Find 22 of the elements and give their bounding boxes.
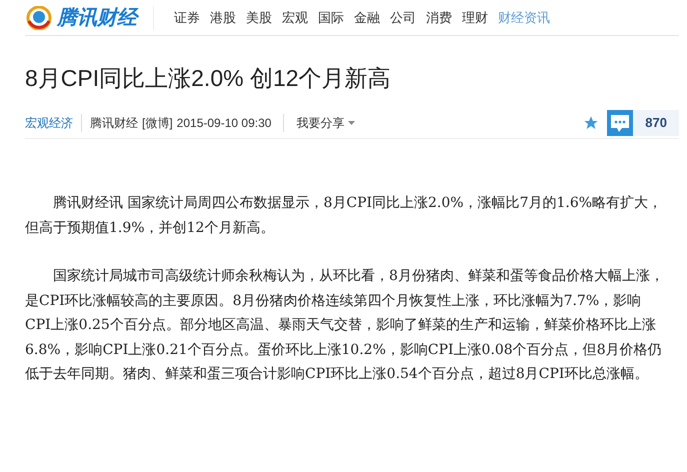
nav-link[interactable]: 证券 — [174, 8, 200, 28]
star-icon[interactable] — [583, 114, 600, 130]
category-link[interactable]: 宏观经济 — [25, 114, 82, 132]
article-paragraph: 腾讯财经讯 国家统计局周四公布数据显示，8月CPI同比上涨2.0%，涨幅比7月的1.6%略有扩大，但高于预期值1.9%，并创12个月新高。 — [25, 194, 664, 238]
comment-icon[interactable] — [607, 110, 634, 136]
nav-link[interactable]: 国际 — [318, 8, 344, 28]
nav-link[interactable]: 理财 — [462, 8, 488, 28]
logo-icon — [25, 6, 53, 30]
site-logo[interactable]: 腾讯财经 — [57, 8, 137, 28]
article-paragraph: 国家统计局城市司高级统计师余秋梅认为，从环比看，8月份猪肉、鲜菜和蛋等食品价格大幅上涨，是CPI环比涨幅较高的主要原因。8月份猪肉价格连续第四个月恢复性上涨，环比涨幅为7.7%，影响CPI上涨0.25个百分点。部分地区高温、暴雨天气交替，影响了鲜菜的生产和运输，鲜菜价格环比上涨6.8%，影响CPI上涨0.21个百分点。蛋价环比上涨10.2%，影响CPI上涨0.08个百分点，但8月价格仍低于去年同期。猪肉、鲜菜和蛋三项合计影响CPI环比上涨0.54个百分点，超过8月CPI环比总涨幅。 — [25, 267, 664, 384]
share-button[interactable]: 我要分享 — [296, 114, 356, 132]
source-label: 腾讯财经 — [89, 114, 138, 132]
publish-time: 2015-09-10 09:30 — [176, 114, 284, 132]
weibo-link[interactable]: [微博] — [142, 114, 173, 132]
nav-link[interactable]: 美股 — [246, 8, 272, 28]
nav-link[interactable]: 金融 — [354, 8, 380, 28]
nav-link[interactable]: 公司 — [390, 8, 416, 28]
article-title: 8月CPI同比上涨2.0% 创12个月新高 — [25, 64, 392, 93]
nav-link[interactable]: 宏观 — [282, 8, 308, 28]
nav-link[interactable]: 消费 — [426, 8, 452, 28]
caret-icon — [348, 120, 356, 124]
nav-link[interactable]: 港股 — [210, 8, 236, 28]
